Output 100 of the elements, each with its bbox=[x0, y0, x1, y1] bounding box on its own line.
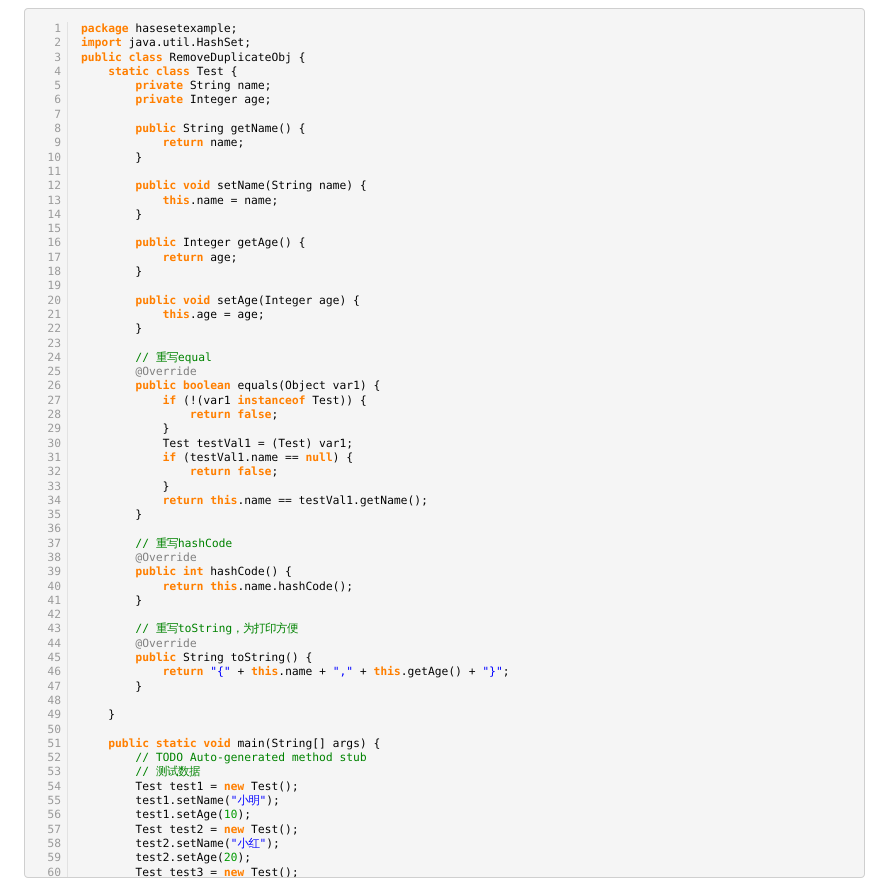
line-number: 49 bbox=[25, 708, 68, 723]
code-line: public boolean equals(Object var1) { bbox=[134, 379, 380, 394]
code-line: // 重写hashCode bbox=[134, 536, 232, 551]
code-line: Test test2 = new Test(); bbox=[134, 822, 299, 837]
code-line: static class Test { bbox=[107, 64, 238, 80]
code-line: return "{" + this.name + "," + this.getAge() + "}"; bbox=[162, 665, 510, 680]
line-number: 50 bbox=[25, 722, 68, 737]
line-number: 57 bbox=[25, 822, 68, 837]
line-number: 31 bbox=[25, 450, 68, 466]
code-line: public void setAge(Integer age) { bbox=[134, 294, 360, 308]
code-line: import java.util.HashSet; bbox=[80, 36, 252, 51]
code-line: this.age = age; bbox=[162, 308, 265, 322]
line-number: 58 bbox=[25, 836, 68, 852]
code-line: Test test1 = new Test(); bbox=[134, 780, 299, 794]
line-number: 11 bbox=[25, 164, 68, 180]
line-number: 56 bbox=[25, 808, 68, 823]
line-number: 6 bbox=[25, 93, 68, 108]
code-line: @Override bbox=[134, 550, 197, 566]
code-line: if (testVal1.name == null) { bbox=[162, 450, 354, 466]
code-line: } bbox=[134, 150, 142, 165]
line-number: 47 bbox=[25, 680, 68, 694]
line-number: 25 bbox=[25, 365, 68, 380]
code-line: public String toString() { bbox=[134, 651, 312, 666]
line-number: 38 bbox=[25, 550, 68, 566]
line-number: 10 bbox=[25, 150, 68, 165]
line-number: 60 bbox=[25, 866, 68, 877]
line-number: 29 bbox=[25, 422, 68, 437]
line-number: 7 bbox=[25, 108, 68, 122]
code-line: public String getName() { bbox=[134, 122, 306, 136]
line-number: 42 bbox=[25, 608, 68, 622]
code-line: } bbox=[134, 208, 142, 222]
code-line: private String name; bbox=[134, 79, 272, 94]
line-number: 5 bbox=[25, 79, 68, 94]
code-line: // TODO Auto-generated method stub bbox=[134, 751, 367, 766]
code-line: return this.name.hashCode(); bbox=[162, 580, 354, 594]
line-number: 33 bbox=[25, 480, 68, 494]
line-number: 28 bbox=[25, 408, 68, 422]
code-line: } bbox=[134, 680, 142, 694]
code-line: public class RemoveDuplicateObj { bbox=[80, 50, 306, 65]
line-number: 34 bbox=[25, 494, 68, 508]
line-number: 17 bbox=[25, 250, 68, 266]
line-number: 40 bbox=[25, 580, 68, 594]
code-line: package hasesetexample; bbox=[80, 22, 238, 36]
code-line: return age; bbox=[162, 250, 238, 266]
code-line: Test test3 = new Test(); bbox=[134, 866, 299, 877]
line-number: 3 bbox=[25, 50, 68, 65]
line-number: 26 bbox=[25, 379, 68, 394]
line-number: 44 bbox=[25, 636, 68, 652]
code-line: // 测试数据 bbox=[134, 765, 200, 780]
line-number: 59 bbox=[25, 851, 68, 866]
line-number: 8 bbox=[25, 122, 68, 136]
code-line: test2.setName("小红"); bbox=[134, 836, 280, 852]
line-number: 12 bbox=[25, 179, 68, 194]
line-number: 20 bbox=[25, 294, 68, 308]
line-number: 1 bbox=[25, 22, 68, 36]
code-line: // 重写toString，为打印方便 bbox=[134, 622, 298, 637]
code-line: } bbox=[134, 508, 142, 522]
code-line: return name; bbox=[162, 136, 244, 151]
line-number: 4 bbox=[25, 64, 68, 80]
code-line: return this.name == testVal1.getName(); bbox=[162, 494, 428, 508]
line-number: 32 bbox=[25, 465, 68, 480]
line-number: 23 bbox=[25, 336, 68, 351]
code-line: @Override bbox=[134, 636, 197, 652]
code-line: public Integer getAge() { bbox=[134, 236, 306, 251]
line-number: 9 bbox=[25, 136, 68, 151]
line-number: 55 bbox=[25, 794, 68, 808]
line-number: 27 bbox=[25, 394, 68, 408]
code-line: test1.setName("小明"); bbox=[134, 794, 280, 808]
line-number: 18 bbox=[25, 265, 68, 280]
line-number: 41 bbox=[25, 594, 68, 608]
line-number: 22 bbox=[25, 322, 68, 337]
line-number: 52 bbox=[25, 751, 68, 766]
line-number: 16 bbox=[25, 236, 68, 251]
line-number: 36 bbox=[25, 522, 68, 537]
code-line: } bbox=[134, 594, 142, 608]
line-number: 51 bbox=[25, 736, 68, 752]
code-line: if (!(var1 instanceof Test)) { bbox=[162, 394, 367, 408]
code-line: } bbox=[134, 265, 142, 280]
line-number: 2 bbox=[25, 36, 68, 51]
line-number: 21 bbox=[25, 308, 68, 322]
code-line: private Integer age; bbox=[134, 93, 272, 108]
line-number: 39 bbox=[25, 565, 68, 580]
line-number: 35 bbox=[25, 508, 68, 522]
code-line: test2.setAge(20); bbox=[134, 851, 252, 866]
code-line: return false; bbox=[188, 465, 278, 480]
line-number: 13 bbox=[25, 194, 68, 208]
code-line: public static void main(String[] args) { bbox=[107, 736, 380, 752]
line-number: 24 bbox=[25, 350, 68, 366]
line-number: 15 bbox=[25, 222, 68, 236]
line-number: 48 bbox=[25, 694, 68, 708]
line-number: 46 bbox=[25, 665, 68, 680]
code-line: public int hashCode() { bbox=[134, 565, 292, 580]
line-number: 14 bbox=[25, 208, 68, 222]
code-line: } bbox=[162, 480, 170, 494]
code-line: } bbox=[134, 322, 142, 337]
line-number: 19 bbox=[25, 279, 68, 294]
code-line: this.name = name; bbox=[162, 194, 278, 208]
code-line: // 重写equal bbox=[134, 350, 212, 366]
line-number: 54 bbox=[25, 780, 68, 794]
line-number: 45 bbox=[25, 651, 68, 666]
